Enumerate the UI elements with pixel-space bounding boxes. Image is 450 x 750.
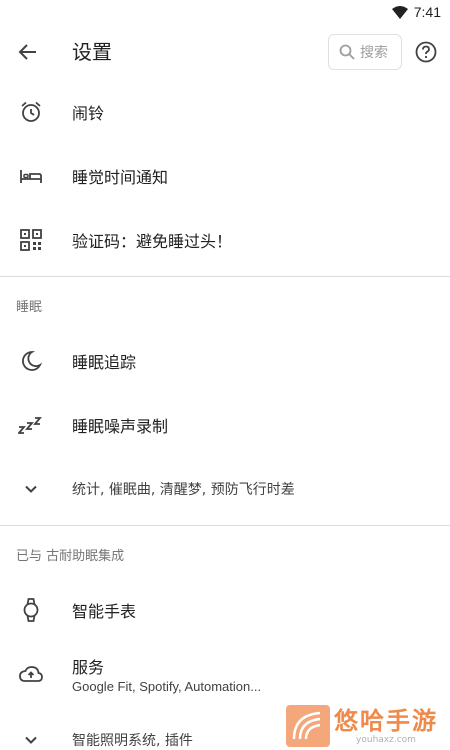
status-bar: 7:41 [0,0,450,24]
divider [0,276,450,277]
cloud-upload-icon [18,661,44,687]
menu-item-expand-sleep-more[interactable]: 统计, 催眠曲, 清醒梦, 预防飞行时差 [0,457,450,521]
back-button[interactable] [14,38,42,66]
help-button[interactable] [414,40,438,64]
menu-item-label: 智能手表 [72,602,137,621]
menu-item-label: 睡眠噪声录制 [72,417,169,436]
smartwatch-icon [18,597,44,623]
menu-item-smartwatch[interactable]: 智能手表 [0,578,450,642]
watermark-title: 悠哈手游 [334,707,438,735]
menu-item-bedtime-notification[interactable]: 睡觉时间通知 [0,144,450,208]
menu-item-label: 睡觉时间通知 [72,168,169,187]
menu-item-sleep-tracking[interactable]: 睡眠追踪 [0,329,450,393]
bed-icon [18,163,44,189]
moon-icon [18,348,44,374]
help-icon [415,41,437,63]
menu-item-captcha[interactable]: 验证码：避免睡过头！ [0,208,450,272]
arrow-back-icon [18,44,36,60]
page-title: 设置 [72,40,112,64]
qr-code-icon [18,227,44,253]
chevron-down-icon [18,727,44,750]
section-header-integration: 已与 古耐助眠集成 [16,549,125,564]
menu-item-sublabel: Google Fit, Spotify, Automation... [72,679,262,694]
menu-item-label: 闹铃 [72,104,105,123]
search-icon [339,44,355,60]
menu-item-services[interactable]: 服务 Google Fit, Spotify, Automation... [0,642,450,706]
alarm-clock-icon [18,99,44,125]
chevron-down-icon [18,476,44,502]
menu-item-label: 睡眠追踪 [72,353,137,372]
watermark: 悠哈手游 youhaxz.com [283,702,450,750]
menu-item-noise-recording[interactable]: 睡眠噪声录制 [0,393,450,457]
wifi-icon [391,5,408,19]
watermark-url: youhaxz.com [356,735,416,745]
menu-item-label: 智能照明系统, 插件 [72,733,193,749]
menu-item-label: 统计, 催眠曲, 清醒梦, 预防飞行时差 [72,482,295,498]
menu-item-label: 服务 [72,658,105,677]
watermark-logo-icon [286,705,330,747]
status-time: 7:41 [413,4,441,20]
section-header-sleep: 睡眠 [16,300,43,315]
search-input[interactable]: 搜索 [328,34,402,70]
app-bar: 设置 搜索 [0,24,450,80]
divider [0,525,450,526]
menu-item-alarm[interactable]: 闹铃 [0,80,450,144]
zzz-icon [18,412,44,438]
search-placeholder: 搜索 [360,45,388,61]
menu-item-label: 验证码：避免睡过头！ [72,232,233,251]
